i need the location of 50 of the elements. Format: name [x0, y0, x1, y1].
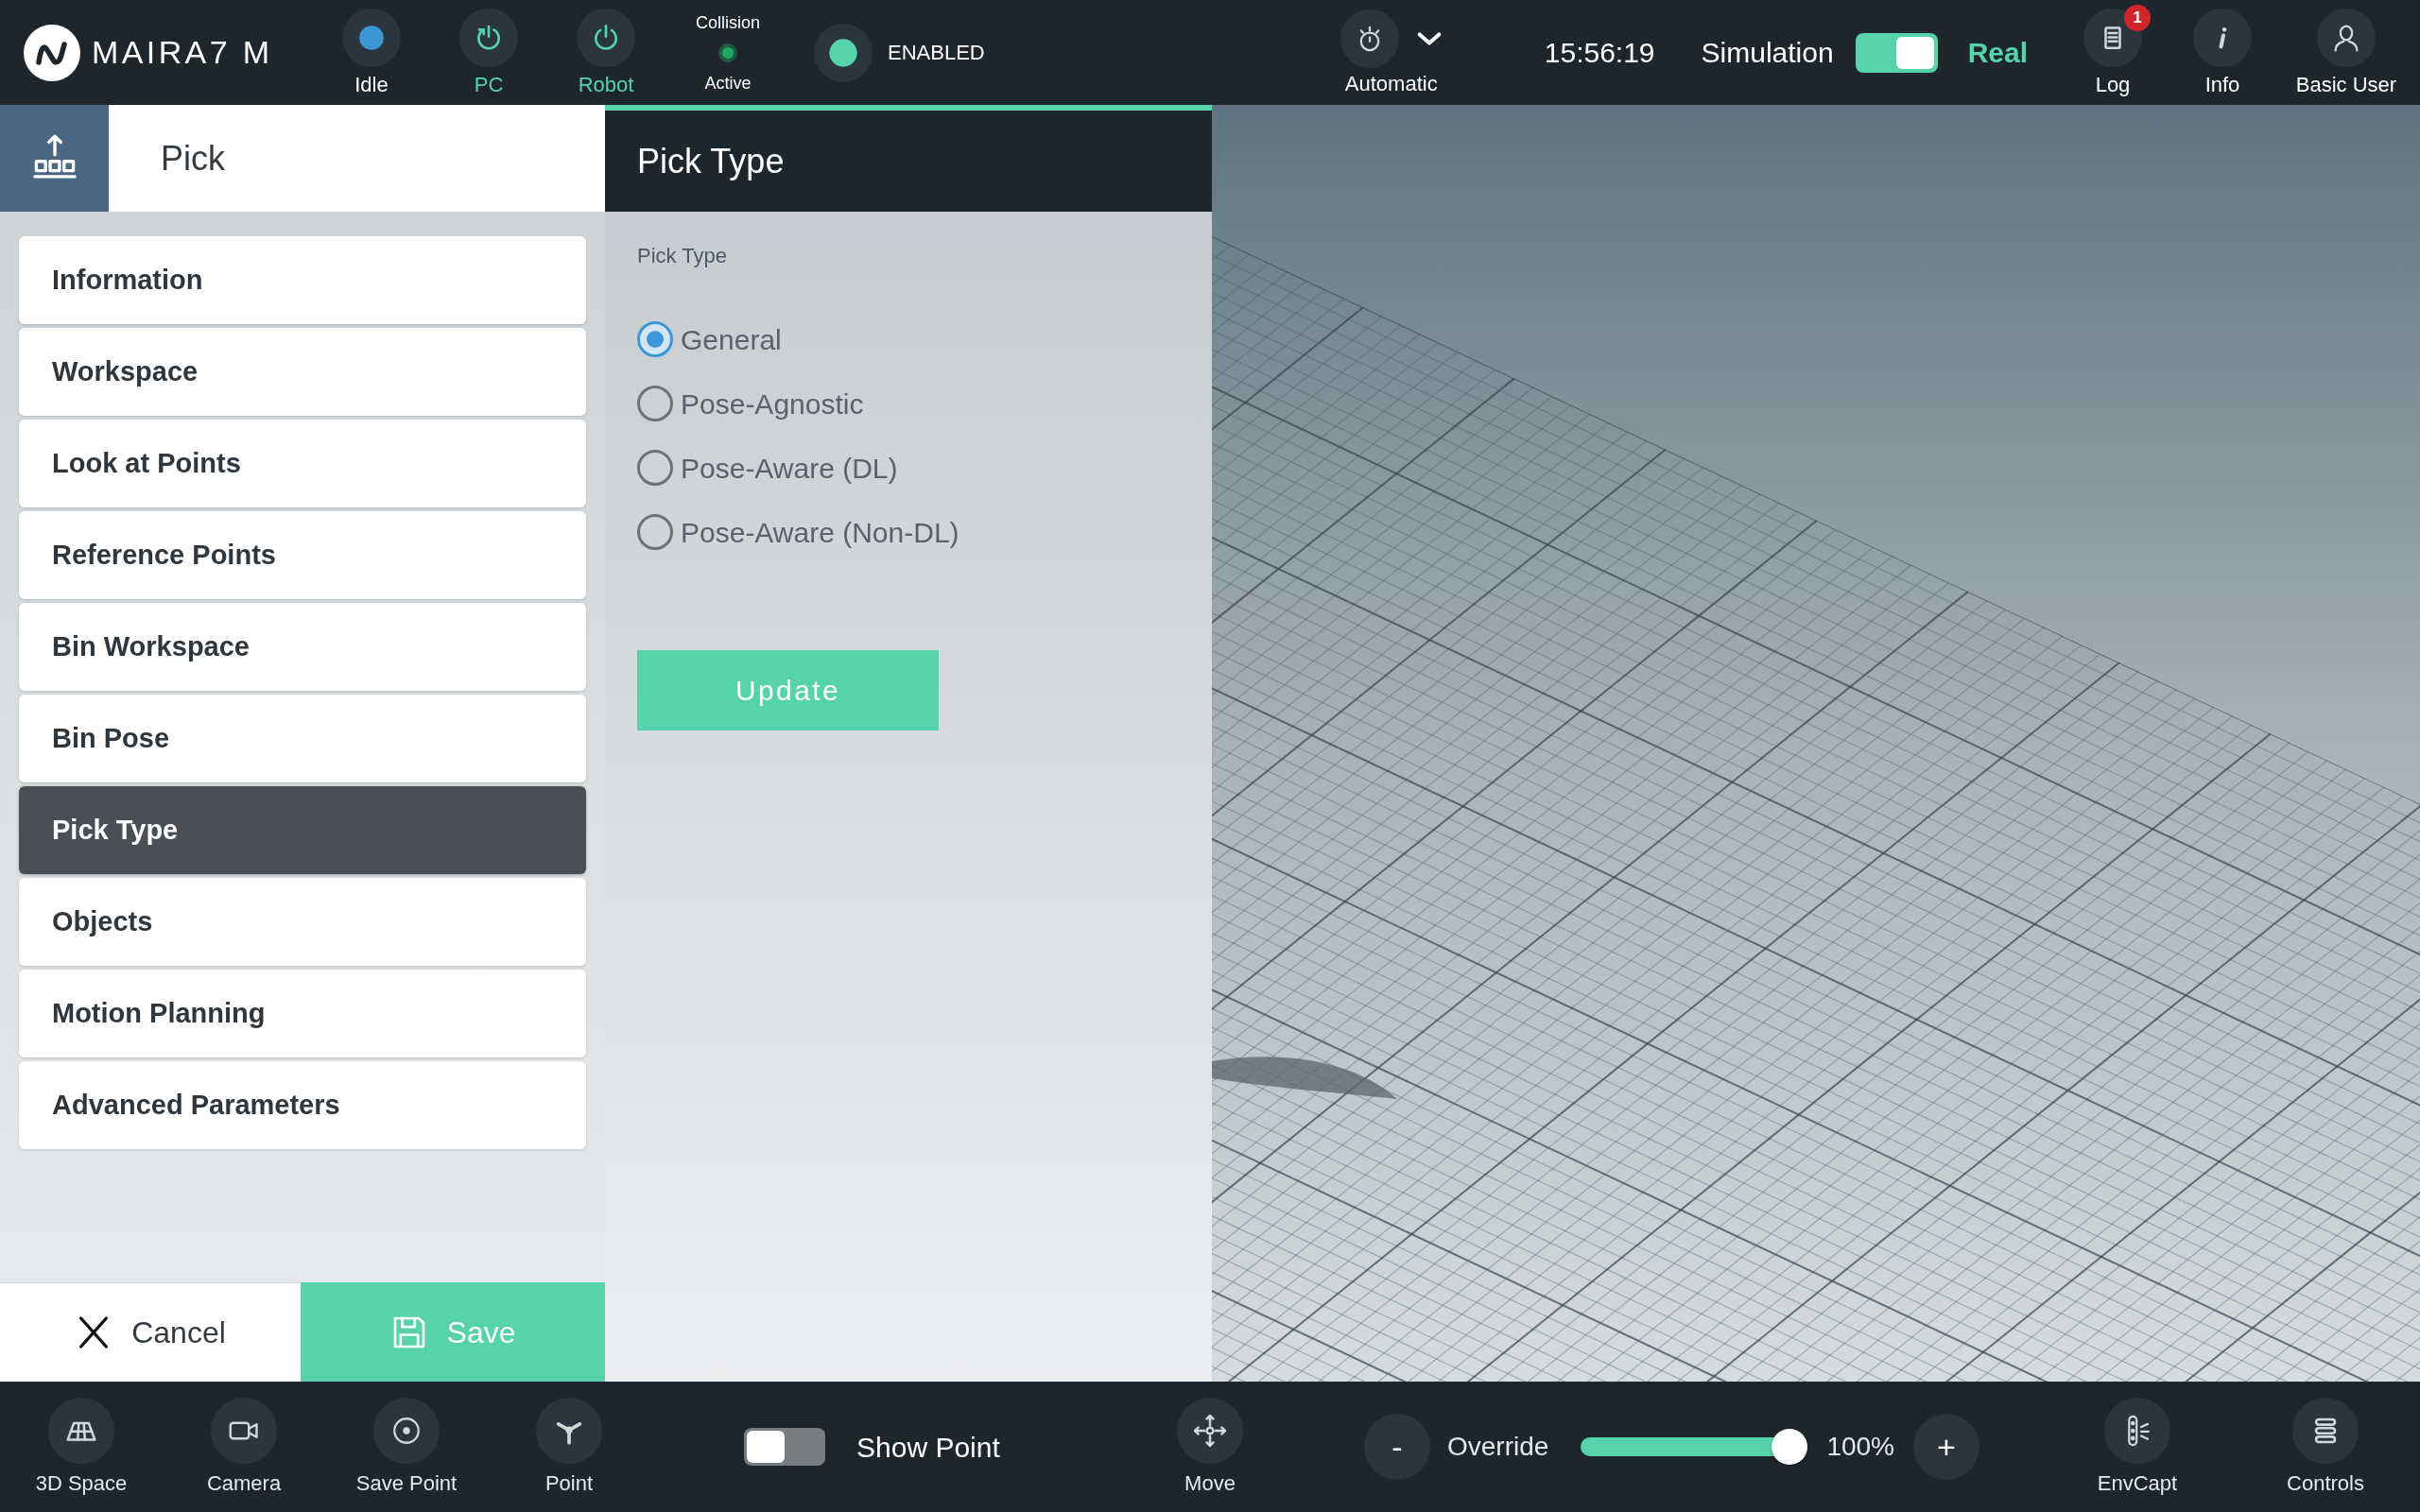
sidebar-item[interactable]: Bin Pose: [19, 695, 586, 782]
toolbar-button[interactable]: Point: [498, 1398, 640, 1496]
sidebar-item[interactable]: Bin Workspace: [19, 603, 586, 691]
status-button[interactable]: Idle: [324, 8, 419, 97]
show-point-switch[interactable]: [744, 1428, 825, 1466]
sidebar-item[interactable]: Advanced Parameters: [19, 1061, 586, 1149]
radio-option[interactable]: Pose-Aware (Non-DL): [637, 506, 1180, 558]
toolbar-button[interactable]: Controls: [2269, 1398, 2382, 1496]
radio-option[interactable]: General: [637, 313, 1180, 366]
enable-button[interactable]: ENABLED: [814, 23, 985, 82]
sidebar-item[interactable]: Look at Points: [19, 420, 586, 507]
mode-dropdown[interactable]: Automatic: [1340, 9, 1443, 96]
override-label: Override: [1447, 1431, 1549, 1463]
collision-status: Active: [704, 72, 752, 94]
field-label: Pick Type: [637, 245, 728, 267]
chevron-down-icon: [1415, 30, 1443, 46]
show-point-label: Show Point: [856, 1430, 1000, 1465]
logo-icon: [24, 24, 80, 81]
section-title: Pick: [161, 137, 225, 180]
toolbar-button[interactable]: Camera: [173, 1398, 315, 1496]
notification-badge: 1: [2124, 4, 2151, 31]
collision-label: Collision: [696, 11, 760, 33]
toolbar-button[interactable]: EnvCapt: [2081, 1398, 2194, 1496]
sidebar-item[interactable]: Reference Points: [19, 511, 586, 599]
toolbar-button[interactable]: 3D Space: [10, 1398, 152, 1496]
simulation-label: Simulation: [1701, 36, 1834, 70]
simulation-real-switch[interactable]: [1855, 32, 1938, 73]
move-button[interactable]: Move: [1163, 1398, 1257, 1496]
status-button[interactable]: PC: [441, 8, 536, 97]
sidebar-item[interactable]: Motion Planning: [19, 970, 586, 1057]
toolbar-button[interactable]: Save Point: [336, 1398, 477, 1496]
override-slider[interactable]: [1581, 1429, 1808, 1465]
header-action-button[interactable]: Info: [2175, 8, 2270, 97]
increase-button[interactable]: +: [1913, 1414, 1979, 1480]
sidebar-item[interactable]: Pick Type: [19, 786, 586, 874]
sidebar-item[interactable]: Information: [19, 236, 586, 324]
header-action-button[interactable]: Basic User: [2285, 8, 2408, 97]
radio-option[interactable]: Pose-Aware (DL): [637, 441, 1180, 494]
clock-time: 15:56:19: [1544, 36, 1655, 70]
status-button[interactable]: Robot: [559, 8, 653, 97]
real-label: Real: [1967, 36, 2028, 70]
override-value: 100%: [1826, 1431, 1894, 1463]
radio-option[interactable]: Pose-Agnostic: [637, 377, 1180, 430]
panel-title: Pick Type: [637, 140, 785, 182]
cancel-button[interactable]: Cancel: [0, 1282, 301, 1382]
sidebar-item[interactable]: Workspace: [19, 328, 586, 416]
decrease-button[interactable]: -: [1364, 1414, 1430, 1480]
slider-thumb[interactable]: [1772, 1429, 1808, 1465]
brand-name: MAIRA7 M: [92, 33, 273, 72]
sidebar-item[interactable]: Objects: [19, 878, 586, 966]
